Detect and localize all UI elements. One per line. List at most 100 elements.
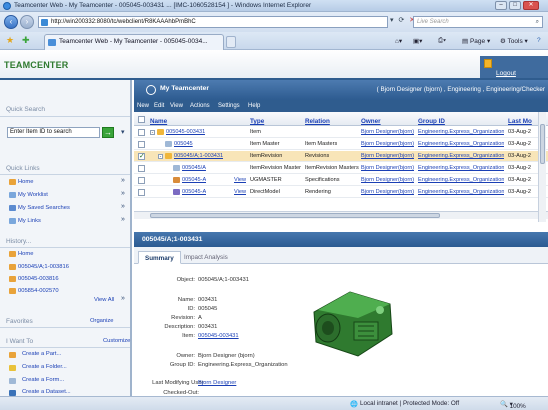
tree-toggle-icon[interactable]: - <box>158 154 163 160</box>
quick-link-home[interactable]: Home <box>18 179 33 185</box>
search-input[interactable]: Live Search ⌕ <box>413 16 543 28</box>
zoom-level[interactable]: 🔍 100% ▾ <box>500 400 526 410</box>
favorites-star-icon[interactable]: ★ <box>6 35 14 46</box>
history-item[interactable]: Home <box>18 251 33 257</box>
table-row[interactable]: - 005045/A;1-003431 ItemRevision Revisions B… <box>134 151 548 162</box>
vertical-scrollbar[interactable] <box>538 112 546 222</box>
row-checkbox[interactable] <box>138 177 145 184</box>
column-group-id[interactable]: Group ID <box>418 112 445 126</box>
expand-icon[interactable]: » <box>121 216 125 223</box>
url-field[interactable]: http://win200332:8080/tc/webclient/R8KAA… <box>38 16 388 28</box>
table-row[interactable]: 005045-A View DirectModel Rendering Bjorn De… <box>134 187 548 198</box>
row-name-link[interactable]: 005045-A <box>182 189 206 195</box>
view-all-link[interactable]: View All <box>94 297 114 303</box>
quick-link-saved-searches[interactable]: My Saved Searches <box>18 205 70 211</box>
row-group[interactable]: Engineering.Express_Organization <box>418 177 504 183</box>
item-id-search-input[interactable]: Enter Item ID to search <box>7 127 100 138</box>
customize-link[interactable]: Customize <box>103 338 130 344</box>
logout-link[interactable]: Logout <box>496 70 516 77</box>
page-menu[interactable]: ▤ Page ▾ <box>462 37 490 45</box>
scroll-thumb[interactable] <box>150 213 440 218</box>
column-owner[interactable]: Owner <box>361 112 381 126</box>
expand-icon[interactable]: » <box>121 190 125 197</box>
tools-menu[interactable]: ⚙ Tools ▾ <box>500 37 528 45</box>
row-checkbox[interactable] <box>138 189 145 196</box>
scroll-thumb[interactable] <box>540 124 545 164</box>
row-owner[interactable]: Bjorn Designer(bjorn) <box>361 153 414 159</box>
last-modifying-value[interactable]: Bjorn Designer <box>198 380 236 386</box>
property-value[interactable]: 005045-003431 <box>198 333 239 339</box>
row-name-link[interactable]: 005045-A <box>182 177 206 183</box>
search-icon[interactable]: ⌕ <box>536 17 539 28</box>
column-type[interactable]: Type <box>250 112 264 126</box>
create-part-link[interactable]: Create a Part... <box>22 351 61 357</box>
add-favorite-icon[interactable]: ✚ <box>22 35 30 46</box>
organize-link[interactable]: Organize <box>90 318 114 324</box>
select-all-checkbox[interactable] <box>138 116 145 123</box>
row-view-link[interactable]: View <box>234 189 246 195</box>
column-name[interactable]: Name <box>150 112 167 126</box>
row-checkbox[interactable] <box>138 141 145 148</box>
menu-view[interactable]: View <box>170 103 183 109</box>
row-checkbox[interactable] <box>138 165 145 172</box>
create-folder-link[interactable]: Create a Folder... <box>22 364 67 370</box>
feeds-icon[interactable]: ▣▾ <box>413 37 422 45</box>
search-options-icon[interactable]: ▾ <box>121 128 125 136</box>
row-checkbox[interactable] <box>138 129 145 136</box>
home-icon[interactable]: ⌂▾ <box>395 37 402 45</box>
row-name-link[interactable]: 005045-003431 <box>166 129 205 135</box>
create-dataset-link[interactable]: Create a Dataset... <box>22 389 71 395</box>
row-owner[interactable]: Bjorn Designer(bjorn) <box>361 177 414 183</box>
column-relation[interactable]: Relation <box>305 112 330 126</box>
refresh-icon[interactable]: ⟳ <box>398 17 404 24</box>
column-last-modified[interactable]: Last Mo <box>508 112 532 126</box>
tree-toggle-icon[interactable]: - <box>150 130 155 136</box>
logout-icon[interactable] <box>484 59 492 68</box>
horizontal-scrollbar[interactable] <box>134 211 548 219</box>
row-checkbox[interactable] <box>138 152 145 160</box>
new-tab-button[interactable] <box>226 36 236 48</box>
expand-icon[interactable]: » <box>121 177 125 184</box>
row-group[interactable]: Engineering.Express_Organization <box>418 141 504 147</box>
tab-summary[interactable]: Summary <box>138 251 181 264</box>
menu-new[interactable]: New <box>137 103 149 109</box>
row-view-link[interactable]: View <box>234 177 246 183</box>
tab-impact-analysis[interactable]: Impact Analysis <box>178 251 234 264</box>
minimize-button[interactable]: – <box>495 1 507 10</box>
print-icon[interactable]: ⎙▾ <box>438 37 446 45</box>
menu-actions[interactable]: Actions <box>190 103 210 109</box>
row-name-link[interactable]: 005045/A;1-003431 <box>174 153 223 159</box>
maximize-button[interactable]: □ <box>509 1 521 10</box>
close-window-button[interactable]: ✕ <box>523 1 539 10</box>
table-row[interactable]: 005045/A ItemRevision Master ItemRevision … <box>134 163 548 174</box>
search-go-button[interactable]: → <box>102 127 114 138</box>
forward-button[interactable]: › <box>20 15 34 29</box>
menu-edit[interactable]: Edit <box>154 103 164 109</box>
row-name-link[interactable]: 005045 <box>174 141 193 147</box>
model-thumbnail[interactable] <box>292 274 412 366</box>
row-owner[interactable]: Bjorn Designer(bjorn) <box>361 189 414 195</box>
create-form-link[interactable]: Create a Form... <box>22 377 64 383</box>
dropdown-icon[interactable]: ▾ <box>390 17 394 24</box>
history-item[interactable]: 005045/A;1-003816 <box>18 264 69 270</box>
row-name-link[interactable]: 005045/A <box>182 165 206 171</box>
expand-icon[interactable]: » <box>121 203 125 210</box>
table-row[interactable]: - 005045-003431 Item Bjorn Designer(bjorn) E… <box>134 127 548 138</box>
row-group[interactable]: Engineering.Express_Organization <box>418 189 504 195</box>
help-icon[interactable]: ? <box>537 37 541 44</box>
history-item[interactable]: 005045-003816 <box>18 276 59 282</box>
row-group[interactable]: Engineering.Express_Organization <box>418 129 504 135</box>
expand-icon[interactable]: » <box>121 295 125 302</box>
row-owner[interactable]: Bjorn Designer(bjorn) <box>361 141 414 147</box>
history-item[interactable]: 005854-002570 <box>18 288 59 294</box>
table-row[interactable]: 005045-A View UGMASTER Specifications Bjorn … <box>134 175 548 186</box>
menu-help[interactable]: Help <box>248 103 260 109</box>
menu-settings[interactable]: Settings <box>218 103 240 109</box>
quick-link-worklist[interactable]: My Worklist <box>18 192 48 198</box>
browser-tab[interactable]: Teamcenter Web - My Teamcenter - 005045-… <box>44 34 224 50</box>
row-owner[interactable]: Bjorn Designer(bjorn) <box>361 165 414 171</box>
back-button[interactable]: ‹ <box>4 15 18 29</box>
row-group[interactable]: Engineering.Express_Organization <box>418 153 504 159</box>
row-owner[interactable]: Bjorn Designer(bjorn) <box>361 129 414 135</box>
row-group[interactable]: Engineering.Express_Organization <box>418 165 504 171</box>
